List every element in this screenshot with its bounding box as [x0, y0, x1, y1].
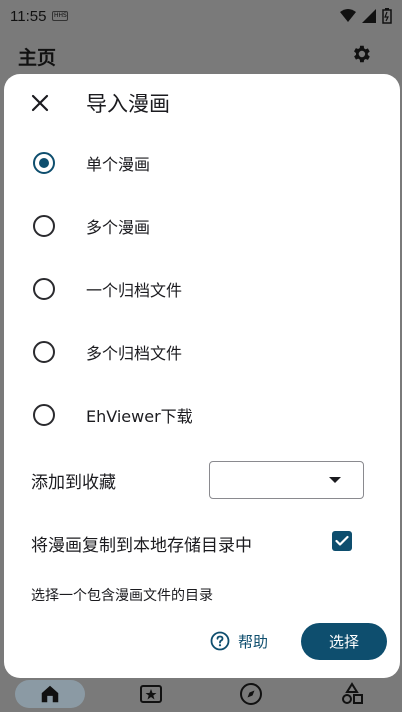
- bottom-navigation: [0, 676, 402, 712]
- radio-button[interactable]: [33, 341, 55, 363]
- favorites-label: 添加到收藏: [31, 473, 116, 493]
- help-icon: [210, 631, 230, 651]
- compass-icon: [240, 683, 263, 705]
- help-label: 帮助: [238, 632, 269, 651]
- copy-to-local-checkbox[interactable]: [332, 531, 352, 551]
- status-time: 11:55: [10, 7, 47, 25]
- dialog-header: 导入漫画: [4, 74, 400, 132]
- select-button[interactable]: 选择: [301, 623, 387, 660]
- settings-gear-icon[interactable]: [350, 43, 372, 69]
- wifi-icon: [340, 9, 356, 22]
- nav-favorites[interactable]: [116, 680, 186, 708]
- help-button[interactable]: 帮助: [204, 626, 274, 656]
- radio-button-checked[interactable]: [33, 152, 55, 174]
- option-label: 多个漫画: [86, 218, 151, 237]
- option-label: 一个归档文件: [86, 281, 183, 300]
- copy-to-local-row: 将漫画复制到本地存储目录中: [4, 522, 400, 562]
- status-icons: [340, 8, 392, 24]
- dropdown-arrow-icon: [329, 477, 341, 483]
- option-multiple-comics[interactable]: 多个漫画: [4, 202, 400, 250]
- radio-button[interactable]: [33, 404, 55, 426]
- check-icon: [335, 535, 349, 546]
- option-single-comic[interactable]: 单个漫画: [4, 139, 400, 187]
- option-single-archive[interactable]: 一个归档文件: [4, 265, 400, 313]
- dialog-title: 导入漫画: [86, 92, 170, 116]
- close-icon: [31, 94, 49, 112]
- option-ehviewer-downloads[interactable]: EhViewer下载: [4, 391, 400, 439]
- copy-to-local-label: 将漫画复制到本地存储目录中: [31, 536, 252, 556]
- option-multiple-archives[interactable]: 多个归档文件: [4, 328, 400, 376]
- signal-icon: [362, 9, 376, 23]
- hint-text: 选择一个包含漫画文件的目录: [31, 588, 213, 604]
- battery-icon: [382, 8, 392, 24]
- nav-home[interactable]: [15, 680, 86, 708]
- radio-button[interactable]: [33, 215, 55, 237]
- select-label: 选择: [328, 633, 359, 651]
- option-label: 单个漫画: [86, 155, 151, 174]
- status-bar: 11:55 HHS: [0, 0, 402, 32]
- ticket-star-icon: [139, 685, 162, 703]
- status-badge: HHS: [52, 11, 69, 21]
- radio-button[interactable]: [33, 278, 55, 300]
- add-to-favorites-row: 添加到收藏: [4, 456, 400, 502]
- favorites-dropdown[interactable]: [209, 461, 364, 499]
- home-icon: [42, 685, 59, 703]
- page-title: 主页: [18, 46, 57, 69]
- app-bar: 主页: [0, 36, 402, 76]
- shapes-icon: [341, 682, 363, 704]
- close-button[interactable]: [28, 91, 52, 115]
- import-comic-dialog: 导入漫画 单个漫画 多个漫画 一个归档文件 多个归档文件 EhViewer下载 …: [4, 74, 400, 678]
- option-label: 多个归档文件: [86, 344, 183, 363]
- nav-explore[interactable]: [216, 680, 286, 708]
- option-label: EhViewer下载: [86, 407, 193, 426]
- nav-categories[interactable]: [317, 680, 387, 708]
